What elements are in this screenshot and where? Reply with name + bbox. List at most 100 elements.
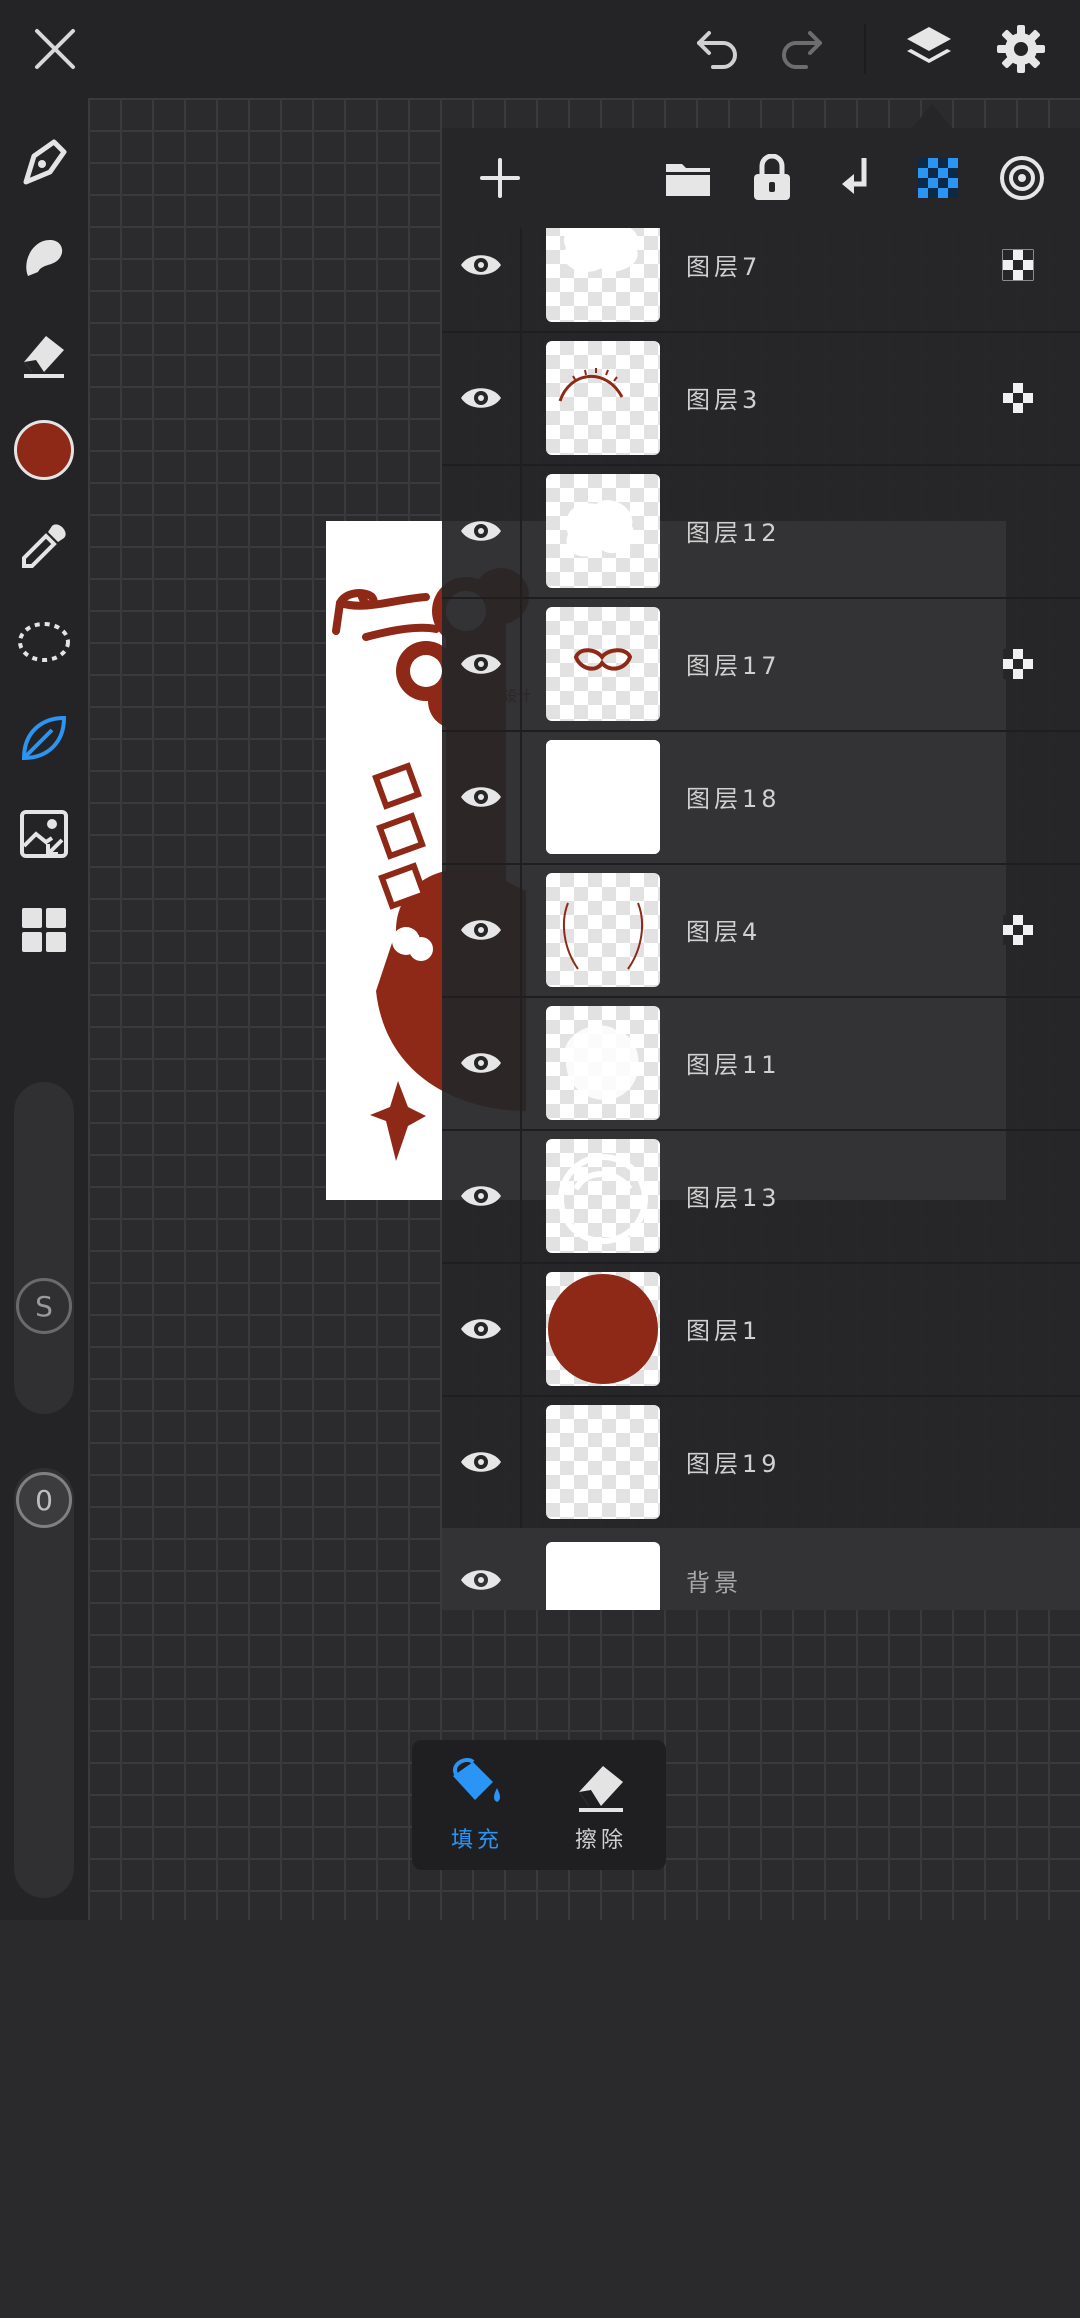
layer-row-17[interactable]: 图层17	[442, 597, 1080, 732]
redo-button[interactable]	[766, 14, 836, 84]
brush-size-knob[interactable]	[30, 2262, 86, 2318]
close-button[interactable]	[20, 14, 90, 84]
layer-name: 图层11	[686, 1051, 781, 1079]
color-picker-button[interactable]	[10, 416, 78, 484]
undo-button[interactable]	[683, 14, 753, 84]
merge-down-button[interactable]	[822, 144, 890, 212]
visibility-toggle[interactable]	[442, 1129, 522, 1262]
smudge-icon	[26, 240, 63, 276]
layer-row-7[interactable]: 图层7	[442, 228, 1080, 333]
layer-name: 图层18	[686, 785, 781, 813]
lasso-select-tool[interactable]	[10, 608, 78, 676]
image-import-tool[interactable]	[10, 800, 78, 868]
eye-icon	[461, 786, 501, 807]
visibility-toggle[interactable]	[442, 730, 522, 863]
eye-icon	[461, 1451, 501, 1472]
eraser-icon	[24, 336, 64, 378]
alpha-lock-icon	[918, 158, 958, 198]
brush-size-slider[interactable]	[14, 1082, 74, 1414]
eye-icon	[461, 1318, 501, 1339]
visibility-toggle[interactable]	[442, 1262, 522, 1395]
toolbar-divider	[864, 24, 866, 74]
eye-icon	[461, 1052, 501, 1073]
alpha-lock-indicator-icon	[1003, 648, 1033, 679]
brush-icon	[23, 139, 67, 185]
lasso-select-icon	[18, 622, 70, 662]
layer-thumbnail	[546, 341, 660, 455]
brush-tool[interactable]	[10, 128, 78, 196]
visibility-toggle[interactable]	[442, 863, 522, 996]
alpha-lock-indicator-icon	[1003, 382, 1033, 413]
settings-button[interactable]	[986, 14, 1056, 84]
visibility-toggle[interactable]	[442, 996, 522, 1129]
new-folder-button[interactable]	[654, 144, 722, 212]
visibility-toggle[interactable]	[442, 228, 522, 331]
layer-row-18[interactable]: 图层18	[442, 730, 1080, 865]
folder-icon	[666, 164, 710, 196]
visibility-toggle[interactable]	[442, 331, 522, 464]
alpha-lock-indicator-icon	[1003, 914, 1033, 945]
opacity-knob[interactable]: 0	[16, 1472, 72, 1528]
layer-name: 图层1	[686, 1317, 762, 1345]
visibility-toggle[interactable]	[442, 1528, 520, 1610]
eye-icon	[461, 387, 501, 408]
smudge-tool[interactable]	[10, 224, 78, 292]
visibility-toggle[interactable]	[442, 1395, 522, 1528]
layer-thumbnail	[546, 607, 660, 721]
layer-thumbnail	[546, 1006, 660, 1120]
layer-thumbnail	[546, 474, 660, 588]
fill-erase-bar: 填充 擦除	[412, 1740, 666, 1870]
eye-icon	[461, 1185, 501, 1206]
alpha-lock-button[interactable]	[904, 144, 972, 212]
layer-name: 图层7	[686, 253, 762, 281]
layer-thumbnail	[546, 1272, 660, 1386]
layer-thumbnail	[546, 1139, 660, 1253]
gallery-grid-icon	[22, 908, 66, 952]
eye-icon	[461, 653, 501, 674]
layer-properties-button[interactable]	[988, 144, 1056, 212]
layer-thumbnail	[546, 1405, 660, 1519]
layers-toolbar	[442, 128, 1080, 228]
color-swatch	[14, 420, 74, 480]
layer-row-4[interactable]: 图层4	[442, 863, 1080, 998]
layer-row-12[interactable]: 图层12	[442, 464, 1080, 599]
layer-row-background[interactable]: 背景	[442, 1528, 1080, 1610]
fill-tool[interactable]	[10, 704, 78, 772]
close-icon	[35, 29, 75, 69]
lock-icon	[754, 154, 790, 200]
add-layer-button[interactable]	[466, 144, 534, 212]
layer-row-11[interactable]: 图层11	[442, 996, 1080, 1131]
layer-name: 图层4	[686, 918, 762, 946]
eye-icon	[461, 254, 501, 275]
eraser-tool[interactable]	[10, 320, 78, 388]
layers-button[interactable]	[894, 14, 964, 84]
layer-name: 图层17	[686, 652, 781, 680]
add-layer-icon	[480, 158, 520, 198]
brush-size-knob[interactable]: S	[16, 1278, 72, 1334]
layer-row-1[interactable]: 图层1	[442, 1262, 1080, 1397]
layer-name: 图层12	[686, 519, 781, 547]
opacity-slider[interactable]	[14, 1468, 74, 1898]
erase-button[interactable]: 擦除	[540, 1740, 662, 1870]
merge-down-icon	[842, 158, 867, 194]
layer-row-3[interactable]: 图层3	[442, 331, 1080, 466]
lock-layer-button[interactable]	[738, 144, 806, 212]
gallery-button[interactable]	[10, 896, 78, 964]
undo-icon	[697, 31, 737, 69]
eyedropper-tool[interactable]	[10, 512, 78, 580]
eraser-icon	[579, 1766, 623, 1812]
settings-icon	[997, 25, 1045, 73]
eyedropper-icon	[22, 524, 66, 568]
eye-icon	[461, 520, 501, 541]
visibility-toggle[interactable]	[442, 597, 522, 730]
visibility-toggle[interactable]	[442, 464, 522, 597]
layer-row-13[interactable]: 图层13	[442, 1129, 1080, 1264]
layer-row-19[interactable]: 图层19	[442, 1395, 1080, 1530]
layer-list[interactable]: 图层7 图层3 图层12 图层17 图层18 图层4 图层11 图层13 图层1…	[442, 228, 1080, 1610]
layer-properties-icon	[1000, 156, 1044, 200]
panel-pointer	[912, 104, 952, 128]
top-bar	[0, 0, 1080, 98]
fill-button[interactable]: 填充	[416, 1740, 538, 1870]
eye-icon	[461, 1570, 501, 1590]
fill-label: 填充	[450, 1828, 503, 1853]
